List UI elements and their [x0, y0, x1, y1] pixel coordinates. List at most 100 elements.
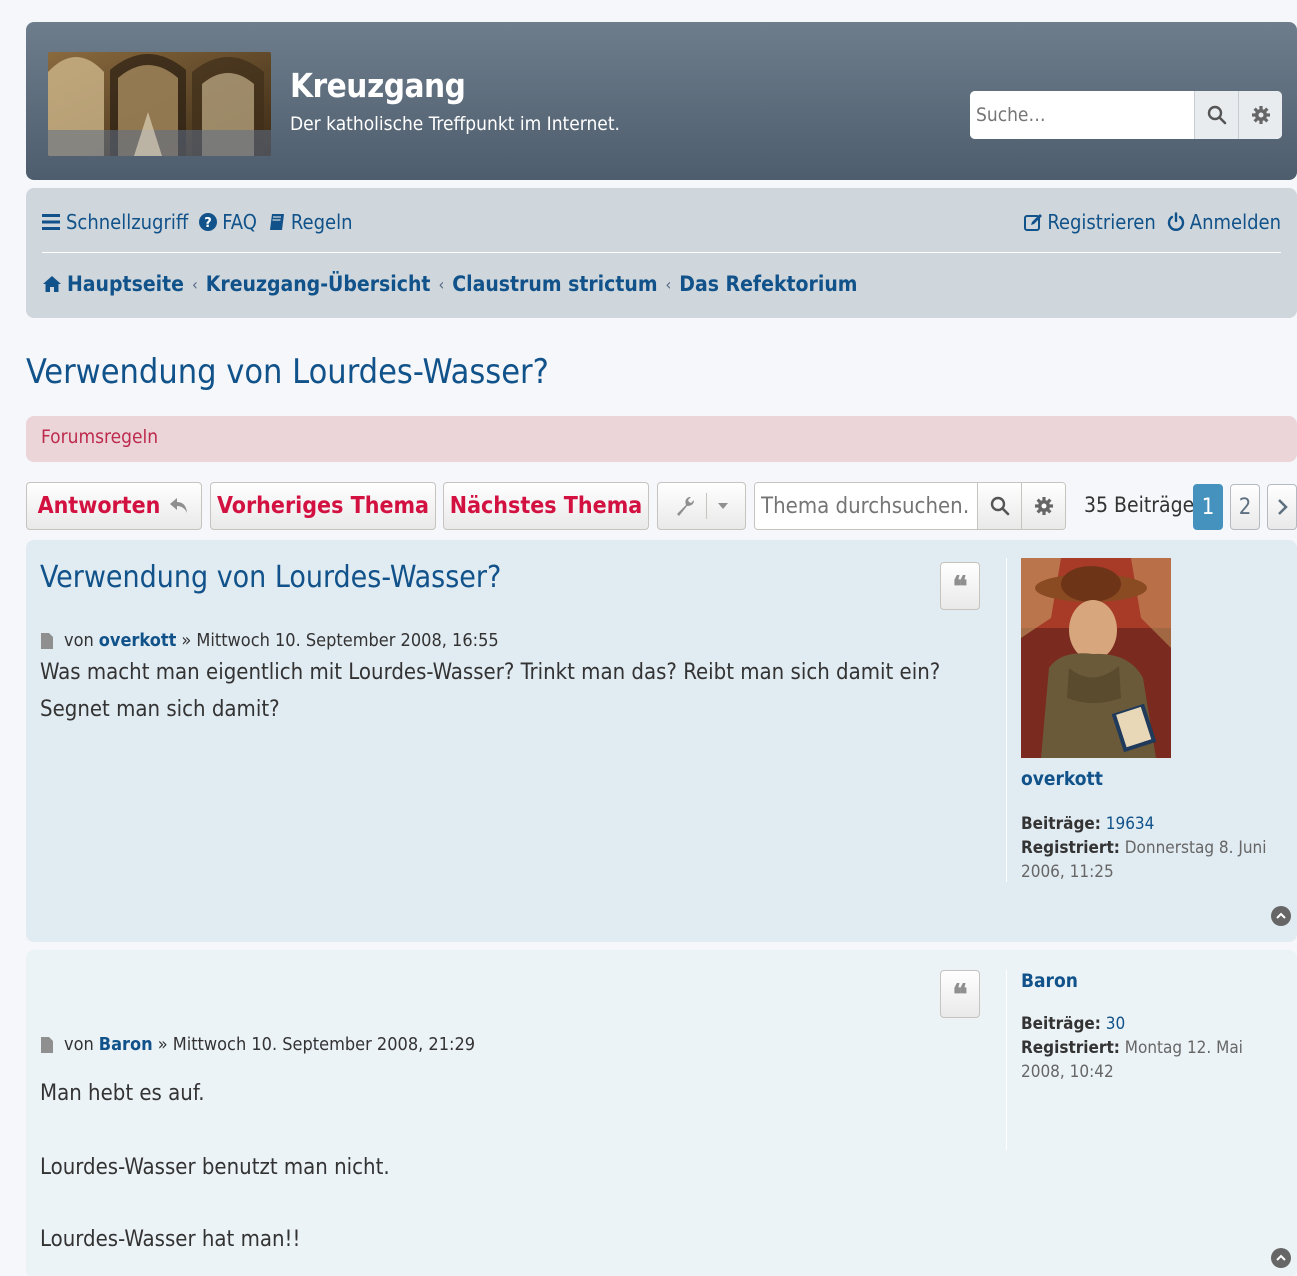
quote-icon: ❝: [952, 569, 968, 603]
profile-posts-label: Beiträge:: [1021, 1014, 1101, 1034]
reply-button[interactable]: Antworten: [26, 482, 202, 530]
profile-registered-label: Registriert:: [1021, 1038, 1120, 1058]
profile-posts-label: Beiträge:: [1021, 814, 1101, 834]
topic-title[interactable]: Verwendung von Lourdes-Wasser?: [26, 352, 549, 392]
chevron-left-icon: ‹: [665, 274, 672, 294]
search-icon: [990, 496, 1009, 516]
next-topic-button[interactable]: Nächstes Thema: [443, 482, 649, 530]
post-file-icon: [41, 632, 53, 649]
register-link[interactable]: Registrieren: [1023, 210, 1156, 234]
site-header: Kreuzgang Der katholische Treffpunkt im …: [26, 22, 1297, 180]
post-by: von: [64, 1034, 94, 1055]
post-by: von: [64, 630, 94, 651]
chevron-up-icon: [1276, 1254, 1286, 1261]
breadcrumb: Hauptseite ‹ Kreuzgang-Übersicht ‹ Claus…: [42, 268, 857, 300]
page-1-button[interactable]: 1: [1193, 484, 1223, 530]
profile-posts: Beiträge: 19634: [1021, 812, 1286, 836]
nav-divider: [42, 252, 1281, 253]
post-count: 35 Beiträge: [1084, 493, 1195, 517]
profile-registered-label: Registriert:: [1021, 838, 1120, 858]
post-paragraph: Lourdes-Wasser benutzt man nicht.: [40, 1155, 390, 1180]
faq-link[interactable]: ? FAQ: [198, 210, 257, 234]
previous-topic-button[interactable]: Vorheriges Thema: [210, 482, 436, 530]
site-description: Der katholische Treffpunkt im Internet.: [290, 113, 620, 135]
post-date: » Mittwoch 10. September 2008, 21:29: [157, 1034, 476, 1055]
profile-posts-value[interactable]: 19634: [1106, 814, 1155, 834]
power-icon: [1167, 212, 1184, 231]
profile-username[interactable]: Baron: [1021, 970, 1286, 992]
quote-button[interactable]: ❝: [940, 970, 980, 1018]
header-advanced-search-button[interactable]: [1238, 91, 1282, 139]
rules-link[interactable]: Regeln: [267, 210, 353, 234]
breadcrumb-board-index[interactable]: Kreuzgang-Übersicht: [206, 272, 431, 296]
search-icon: [1207, 105, 1226, 125]
quicklinks-menu[interactable]: Schnellzugriff: [42, 210, 188, 234]
next-topic-label: Nächstes Thema: [449, 493, 643, 519]
back-to-top-button[interactable]: [1271, 906, 1291, 926]
question-circle-icon: ?: [199, 213, 218, 231]
topic-advanced-search-button[interactable]: [1021, 483, 1065, 529]
edit-icon: [1024, 214, 1043, 231]
chevron-left-icon: ‹: [438, 274, 445, 294]
post: ❝ von Baron » Mittwoch 10. September 200…: [26, 950, 1297, 1276]
forum-rules-box: Forumsregeln: [26, 416, 1297, 462]
breadcrumb-home[interactable]: Hauptseite: [67, 272, 184, 296]
site-logo[interactable]: [48, 52, 271, 156]
navbar: Schnellzugriff ? FAQ Regeln Registrieren…: [26, 188, 1297, 318]
reply-icon: [170, 498, 188, 513]
register-label: Registrieren: [1047, 210, 1156, 234]
rules-label: Regeln: [290, 210, 353, 234]
home-icon: [43, 276, 61, 292]
topic-search: [754, 482, 1066, 530]
bars-icon: [42, 214, 60, 230]
header-search-input[interactable]: [970, 91, 1194, 139]
breadcrumb-category[interactable]: Claustrum strictum: [452, 272, 657, 296]
topic-search-input[interactable]: [755, 483, 977, 529]
forum-rules-link[interactable]: Forumsregeln: [41, 426, 158, 448]
login-link[interactable]: Anmelden: [1166, 210, 1281, 234]
faq-label: FAQ: [222, 210, 257, 234]
breadcrumb-forum[interactable]: Das Refektorium: [679, 272, 857, 296]
quote-button[interactable]: ❝: [940, 562, 980, 610]
post-file-icon: [41, 1036, 53, 1053]
avatar[interactable]: [1021, 558, 1171, 758]
topic-tools-dropdown[interactable]: [657, 482, 746, 530]
post: Verwendung von Lourdes-Wasser? von overk…: [26, 540, 1297, 942]
site-title[interactable]: Kreuzgang: [290, 66, 466, 105]
profile-posts-value[interactable]: 30: [1106, 1014, 1125, 1034]
header-search: [970, 91, 1282, 139]
chevron-left-icon: ‹: [191, 274, 198, 294]
back-to-top-button[interactable]: [1271, 1248, 1291, 1268]
login-label: Anmelden: [1189, 210, 1281, 234]
quote-icon: ❝: [952, 977, 968, 1011]
profile-username[interactable]: overkott: [1021, 768, 1286, 790]
post-meta: von Baron » Mittwoch 10. September 2008,…: [40, 1034, 475, 1055]
next-page-button[interactable]: [1267, 484, 1297, 530]
quicklinks-label: Schnellzugriff: [66, 210, 189, 234]
post-title[interactable]: Verwendung von Lourdes-Wasser?: [40, 560, 501, 595]
topic-search-button[interactable]: [977, 483, 1021, 529]
post-paragraph: Lourdes-Wasser hat man!!: [40, 1227, 301, 1252]
post-paragraph: Man hebt es auf.: [40, 1081, 205, 1106]
nav-links: Schnellzugriff ? FAQ Regeln Registrieren…: [42, 206, 1281, 238]
profile-registered: Registriert: Donnerstag 8. Juni 2006, 11…: [1021, 836, 1286, 884]
profile-posts: Beiträge: 30: [1021, 1012, 1286, 1036]
user-links: Registrieren Anmelden: [1023, 210, 1281, 234]
post-author[interactable]: Baron: [99, 1034, 153, 1055]
post-content: Man hebt es auf. Lourdes-Wasser benutzt …: [40, 1076, 980, 1258]
page: Kreuzgang Der katholische Treffpunkt im …: [26, 22, 1297, 1276]
post-profile: Baron Beiträge: 30 Registriert: Montag 1…: [1006, 970, 1286, 1150]
profile-registered: Registriert: Montag 12. Mai 2008, 10:42: [1021, 1036, 1286, 1084]
gear-icon: [1251, 106, 1270, 124]
post-author[interactable]: overkott: [99, 630, 177, 651]
chevron-right-icon: [1278, 499, 1288, 515]
svg-text:?: ?: [204, 216, 212, 231]
post-meta: von overkott » Mittwoch 10. September 20…: [40, 630, 499, 651]
wrench-icon: [677, 497, 694, 516]
page-2-button[interactable]: 2: [1230, 484, 1260, 530]
reply-label: Antworten: [37, 493, 161, 519]
header-search-button[interactable]: [1194, 91, 1238, 139]
divider: [706, 493, 707, 519]
book-icon: [269, 214, 284, 230]
gear-icon: [1034, 497, 1053, 515]
